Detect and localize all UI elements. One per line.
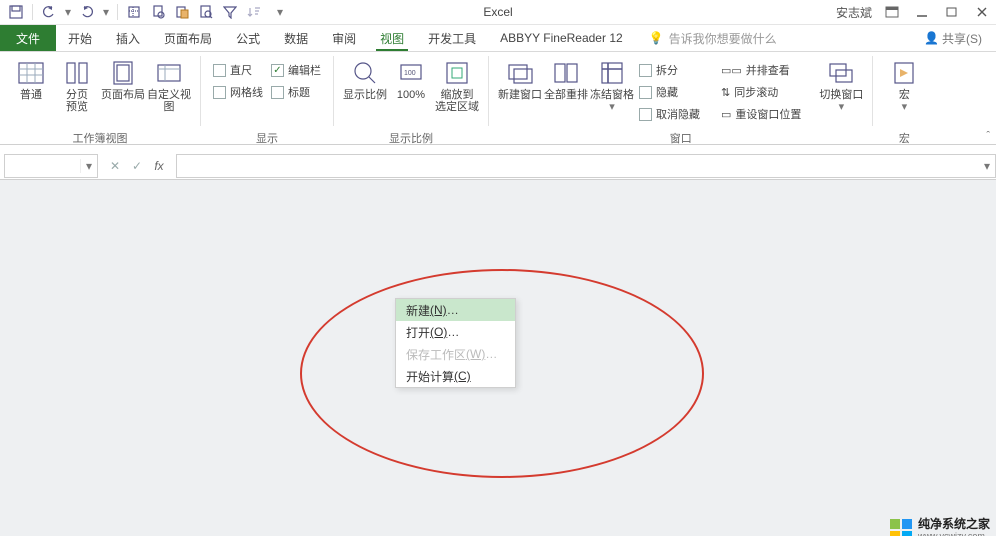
- tab-developer[interactable]: 开发工具: [416, 25, 488, 51]
- ribbon-display-icon[interactable]: [882, 2, 902, 22]
- btn-zoom-100[interactable]: 100100%: [388, 55, 434, 101]
- chk-headings[interactable]: 标题: [271, 84, 321, 100]
- reset-pos-icon: ▭: [721, 108, 731, 121]
- context-menu: 新建(N)… 打开(O)… 保存工作区(W)… 开始计算(C): [395, 298, 516, 388]
- sidebyside-icon: ▭▭: [721, 64, 742, 77]
- title-bar: Excel ▾ ▾ ▾ 安志斌: [0, 0, 996, 25]
- btn-freeze-panes[interactable]: 冻结窗格▾: [589, 55, 635, 113]
- tab-home[interactable]: 开始: [56, 25, 104, 51]
- group-macros: 宏▾ 宏: [873, 52, 935, 144]
- chevron-down-icon[interactable]: ▾: [80, 159, 97, 173]
- chevron-down-icon: ▾: [839, 101, 845, 113]
- menu-new[interactable]: 新建(N)…: [396, 299, 515, 321]
- chk-ruler[interactable]: 直尺: [213, 62, 263, 78]
- minimize-icon[interactable]: [912, 2, 932, 22]
- btn-split[interactable]: 拆分: [639, 62, 700, 78]
- btn-new-window[interactable]: 新建窗口: [497, 55, 543, 101]
- redo-dropdown-icon[interactable]: ▾: [101, 2, 111, 22]
- tab-layout[interactable]: 页面布局: [152, 25, 224, 51]
- tab-review[interactable]: 审阅: [320, 25, 368, 51]
- undo-dropdown-icon[interactable]: ▾: [63, 2, 73, 22]
- chevron-down-icon: ▾: [902, 101, 908, 113]
- tell-me[interactable]: 💡 告诉我你想要做什么: [649, 25, 777, 51]
- redo-icon[interactable]: [77, 2, 97, 22]
- ribbon: 普通 分页 预览 页面布局 自定义视图 工作簿视图 直尺 网格线 ✓编辑栏 标题…: [0, 52, 996, 145]
- group-workbook-views: 普通 分页 预览 页面布局 自定义视图 工作簿视图: [0, 52, 200, 144]
- group-show: 直尺 网格线 ✓编辑栏 标题 显示: [201, 52, 333, 144]
- save-icon[interactable]: [6, 2, 26, 22]
- tab-file[interactable]: 文件: [0, 25, 56, 51]
- menu-calculate[interactable]: 开始计算(C): [396, 365, 515, 387]
- qat-customize-icon[interactable]: ▾: [270, 2, 290, 22]
- btn-reset-pos[interactable]: ▭重设窗口位置: [721, 106, 801, 122]
- btn-pagebreak-preview[interactable]: 分页 预览: [54, 55, 100, 113]
- group-window: 新建窗口 全部重排 冻结窗格▾ 拆分 隐藏 取消隐藏 ▭▭并排查看 ⇅同步滚动 …: [489, 52, 872, 144]
- watermark: 纯净系统之家www.ycwjzy.com: [890, 518, 990, 536]
- chk-formula-bar[interactable]: ✓编辑栏: [271, 62, 321, 78]
- btn-hide[interactable]: 隐藏: [639, 84, 700, 100]
- filter-icon[interactable]: [220, 2, 240, 22]
- lightbulb-icon: 💡: [649, 31, 664, 45]
- tab-insert[interactable]: 插入: [104, 25, 152, 51]
- btn-page-layout[interactable]: 页面布局: [100, 55, 146, 101]
- share-button[interactable]: 👤 共享(S): [910, 25, 996, 51]
- tab-finereader[interactable]: ABBYY FineReader 12: [488, 25, 635, 51]
- chevron-down-icon: ▾: [609, 101, 615, 113]
- enter-formula-icon[interactable]: ✓: [126, 155, 148, 177]
- btn-zoom-selection[interactable]: 缩放到 选定区域: [434, 55, 480, 113]
- name-box[interactable]: ▾: [4, 154, 98, 178]
- account-name[interactable]: 安志斌: [836, 4, 872, 21]
- chk-gridlines[interactable]: 网格线: [213, 84, 263, 100]
- btn-macros[interactable]: 宏▾: [881, 55, 927, 113]
- menu-open[interactable]: 打开(O)…: [396, 321, 515, 343]
- sort-icon[interactable]: [244, 2, 264, 22]
- btn-unhide[interactable]: 取消隐藏: [639, 106, 700, 122]
- tab-view[interactable]: 视图: [368, 25, 416, 51]
- menu-save-workspace: 保存工作区(W)…: [396, 343, 515, 365]
- btn-normal-view[interactable]: 普通: [8, 55, 54, 101]
- watermark-logo-icon: [890, 519, 912, 536]
- svg-text:100: 100: [404, 70, 416, 77]
- chevron-down-icon[interactable]: ▾: [979, 159, 995, 173]
- ribbon-tabs: 文件 开始 插入 页面布局 公式 数据 审阅 视图 开发工具 ABBYY Fin…: [0, 25, 996, 52]
- btn-switch-windows[interactable]: 切换窗口▾: [818, 55, 864, 113]
- group-zoom: 显示比例 100100% 缩放到 选定区域 显示比例: [334, 52, 488, 144]
- paste-icon[interactable]: [172, 2, 192, 22]
- formula-input[interactable]: ▾: [176, 154, 996, 178]
- share-icon: 👤: [924, 31, 939, 45]
- tab-formula[interactable]: 公式: [224, 25, 272, 51]
- btn-arrange-all[interactable]: 全部重排: [543, 55, 589, 101]
- print-area-icon[interactable]: [124, 2, 144, 22]
- tab-data[interactable]: 数据: [272, 25, 320, 51]
- collapse-ribbon-icon[interactable]: ˆ: [986, 130, 990, 142]
- close-icon[interactable]: [972, 2, 992, 22]
- find-icon[interactable]: [196, 2, 216, 22]
- btn-custom-views[interactable]: 自定义视图: [146, 55, 192, 113]
- btn-side-by-side[interactable]: ▭▭并排查看: [721, 62, 801, 78]
- undo-icon[interactable]: [39, 2, 59, 22]
- formula-bar: ▾ ✕ ✓ fx ▾: [0, 153, 996, 180]
- print-preview-icon[interactable]: [148, 2, 168, 22]
- btn-zoom[interactable]: 显示比例: [342, 55, 388, 101]
- sync-scroll-icon: ⇅: [721, 86, 730, 99]
- cancel-formula-icon[interactable]: ✕: [104, 155, 126, 177]
- maximize-icon[interactable]: [942, 2, 962, 22]
- btn-sync-scroll[interactable]: ⇅同步滚动: [721, 84, 801, 100]
- fx-icon[interactable]: fx: [148, 155, 170, 177]
- worksheet-area[interactable]: 新建(N)… 打开(O)… 保存工作区(W)… 开始计算(C) 纯净系统之家ww…: [0, 180, 996, 536]
